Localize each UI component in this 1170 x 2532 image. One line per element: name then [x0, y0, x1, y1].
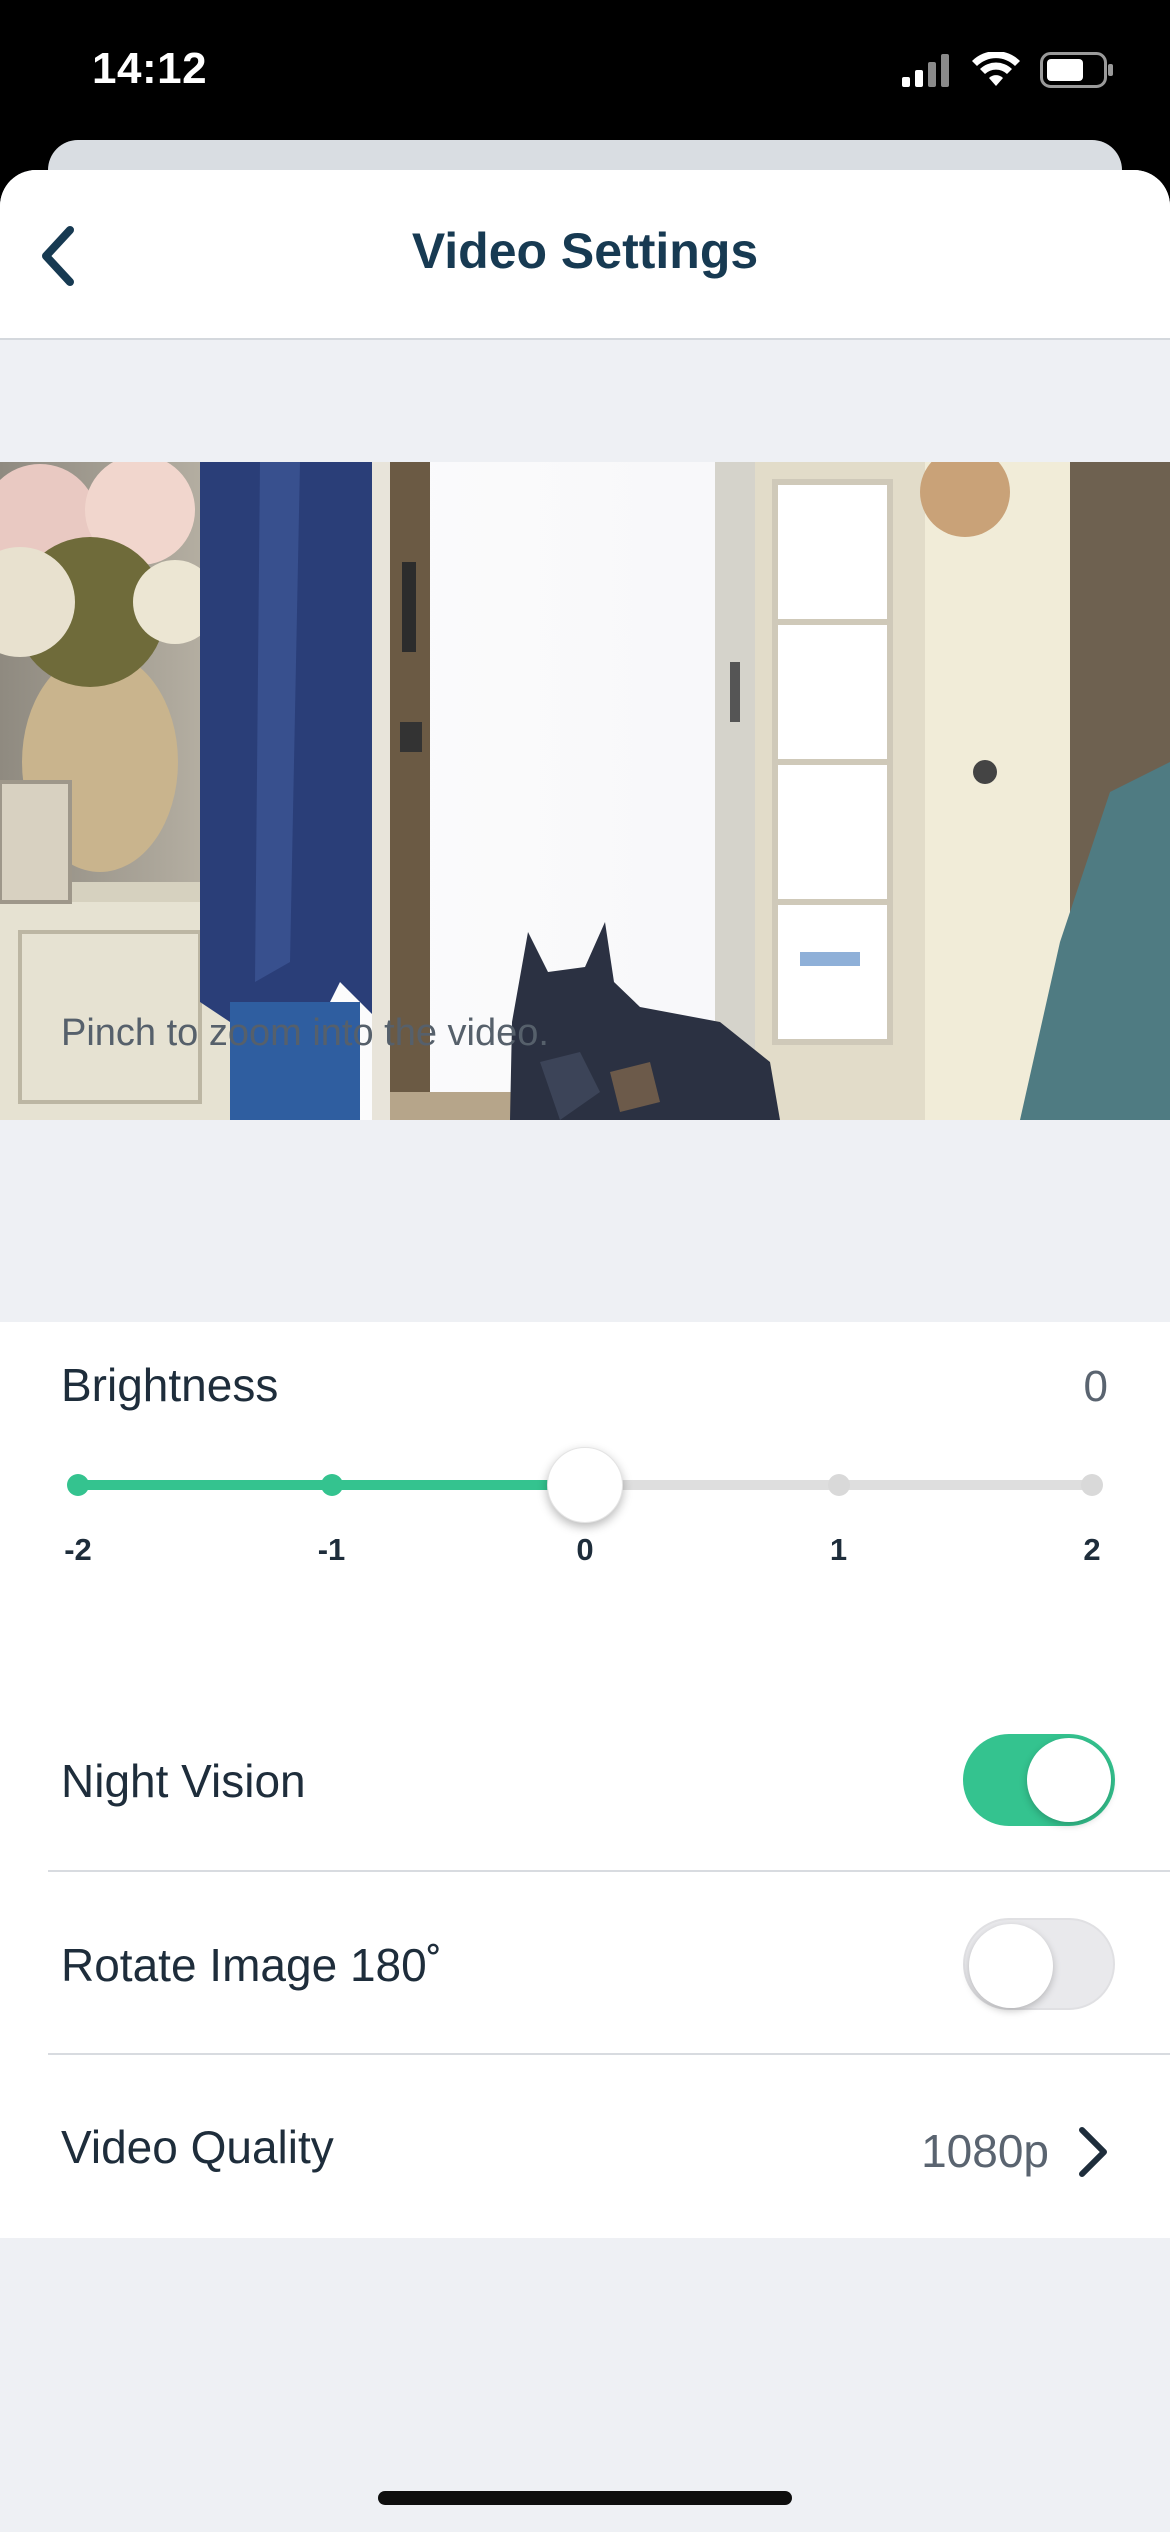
slider-step-dot[interactable]: [827, 1474, 850, 1496]
video-quality-value: 1080p: [921, 2125, 1049, 2177]
status-icons: [902, 52, 1114, 88]
slider-tick-label: -1: [317, 1532, 346, 1567]
brightness-label: Brightness: [61, 1359, 279, 1411]
status-bar: 14:12: [0, 0, 1170, 150]
video-quality-label: Video Quality: [61, 2121, 334, 2173]
cellular-signal-icon: [902, 54, 949, 87]
status-time: 14:12: [92, 44, 208, 93]
slider-tick-label: -2: [64, 1532, 92, 1567]
slider-tick-label: 1: [829, 1532, 848, 1567]
brightness-value: 0: [1083, 1362, 1108, 1411]
home-indicator[interactable]: [378, 2491, 792, 2505]
zoom-hint: Pinch to zoom into the video.: [61, 1012, 549, 1054]
slider-step-dot[interactable]: [67, 1474, 89, 1496]
rotate-image-label: Rotate Image 180˚: [61, 1939, 443, 1991]
rotate-image-toggle[interactable]: [963, 1918, 1115, 2010]
night-vision-toggle[interactable]: [963, 1734, 1115, 1826]
navigation-bar: Video Settings: [0, 170, 1170, 340]
slider-knob[interactable]: [547, 1447, 623, 1523]
slider-step-dot[interactable]: [320, 1474, 343, 1496]
wifi-icon: [972, 52, 1020, 86]
slider-tick-label: 2: [1083, 1532, 1101, 1567]
toggle-thumb: [969, 1924, 1053, 2008]
toggle-thumb: [1027, 1738, 1111, 1822]
row-divider: [48, 1870, 1170, 1872]
slider-tick-label: 0: [576, 1532, 594, 1567]
battery-icon: [1040, 52, 1113, 88]
night-vision-label: Night Vision: [61, 1755, 306, 1807]
chevron-right-icon: [1079, 2127, 1107, 2177]
page-title: Video Settings: [411, 223, 759, 279]
brightness-slider[interactable]: [67, 1440, 1103, 1530]
slider-step-dot[interactable]: [1081, 1474, 1103, 1496]
